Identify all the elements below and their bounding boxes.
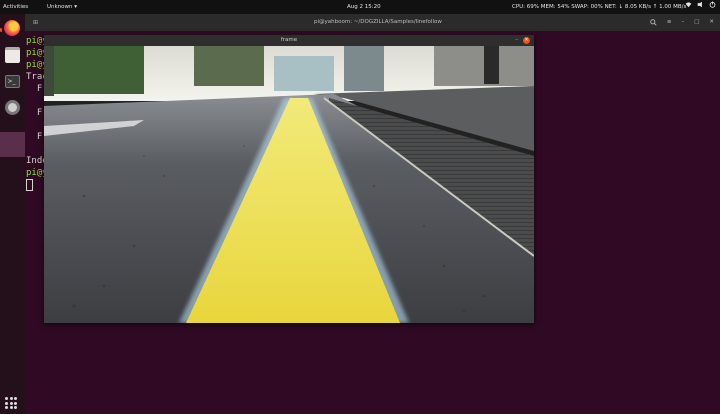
maximize-icon[interactable]: □ bbox=[694, 14, 699, 39]
frame-title: frame bbox=[280, 37, 298, 43]
minimize-icon[interactable]: – bbox=[681, 14, 684, 39]
frame-window[interactable]: frame – ✕ bbox=[44, 35, 534, 323]
terminal-cursor bbox=[26, 179, 33, 191]
dock-settings[interactable] bbox=[2, 97, 22, 117]
terminal-controls: ≡ – □ ✕ bbox=[650, 14, 714, 39]
close-icon[interactable]: ✕ bbox=[709, 14, 714, 39]
clock[interactable]: Aug 2 15:20 bbox=[347, 0, 381, 14]
dock-selected-item[interactable] bbox=[0, 132, 25, 157]
power-icon bbox=[709, 0, 716, 14]
search-icon[interactable] bbox=[650, 14, 657, 39]
system-tray[interactable] bbox=[685, 0, 716, 14]
volume-icon bbox=[697, 0, 704, 14]
network-icon bbox=[685, 0, 692, 14]
top-bar: Activities Unknown ▾ Aug 2 15:20 CPU: 69… bbox=[0, 0, 720, 14]
terminal-header: ⊞ pi@yahboom: ~/DOGZILLA/Samples/linefol… bbox=[25, 14, 720, 31]
dock-terminal[interactable]: >_ bbox=[2, 71, 22, 91]
menu-icon[interactable]: ≡ bbox=[667, 14, 672, 39]
new-tab-icon[interactable]: ⊞ bbox=[30, 17, 41, 28]
close-icon[interactable]: ✕ bbox=[523, 37, 530, 44]
show-applications-icon[interactable] bbox=[5, 397, 17, 409]
minimize-icon[interactable]: – bbox=[515, 35, 518, 46]
camera-feed bbox=[44, 46, 534, 323]
dock-files[interactable] bbox=[2, 45, 22, 65]
frame-titlebar[interactable]: frame – ✕ bbox=[44, 35, 534, 46]
activities-button[interactable]: Activities bbox=[3, 0, 28, 14]
dock: >_ bbox=[0, 14, 25, 414]
app-menu[interactable]: Unknown ▾ bbox=[47, 0, 77, 14]
files-icon bbox=[4, 47, 20, 63]
dock-firefox[interactable] bbox=[2, 18, 22, 38]
firefox-icon bbox=[4, 20, 20, 36]
terminal-title: pi@yahboom: ~/DOGZILLA/Samples/linefollo… bbox=[314, 19, 442, 25]
system-monitor: CPU: 69% MEM: 54% SWAP: 00% NET: ↓ 8.05 … bbox=[512, 4, 687, 10]
settings-icon bbox=[4, 99, 20, 115]
terminal-icon: >_ bbox=[4, 74, 20, 88]
